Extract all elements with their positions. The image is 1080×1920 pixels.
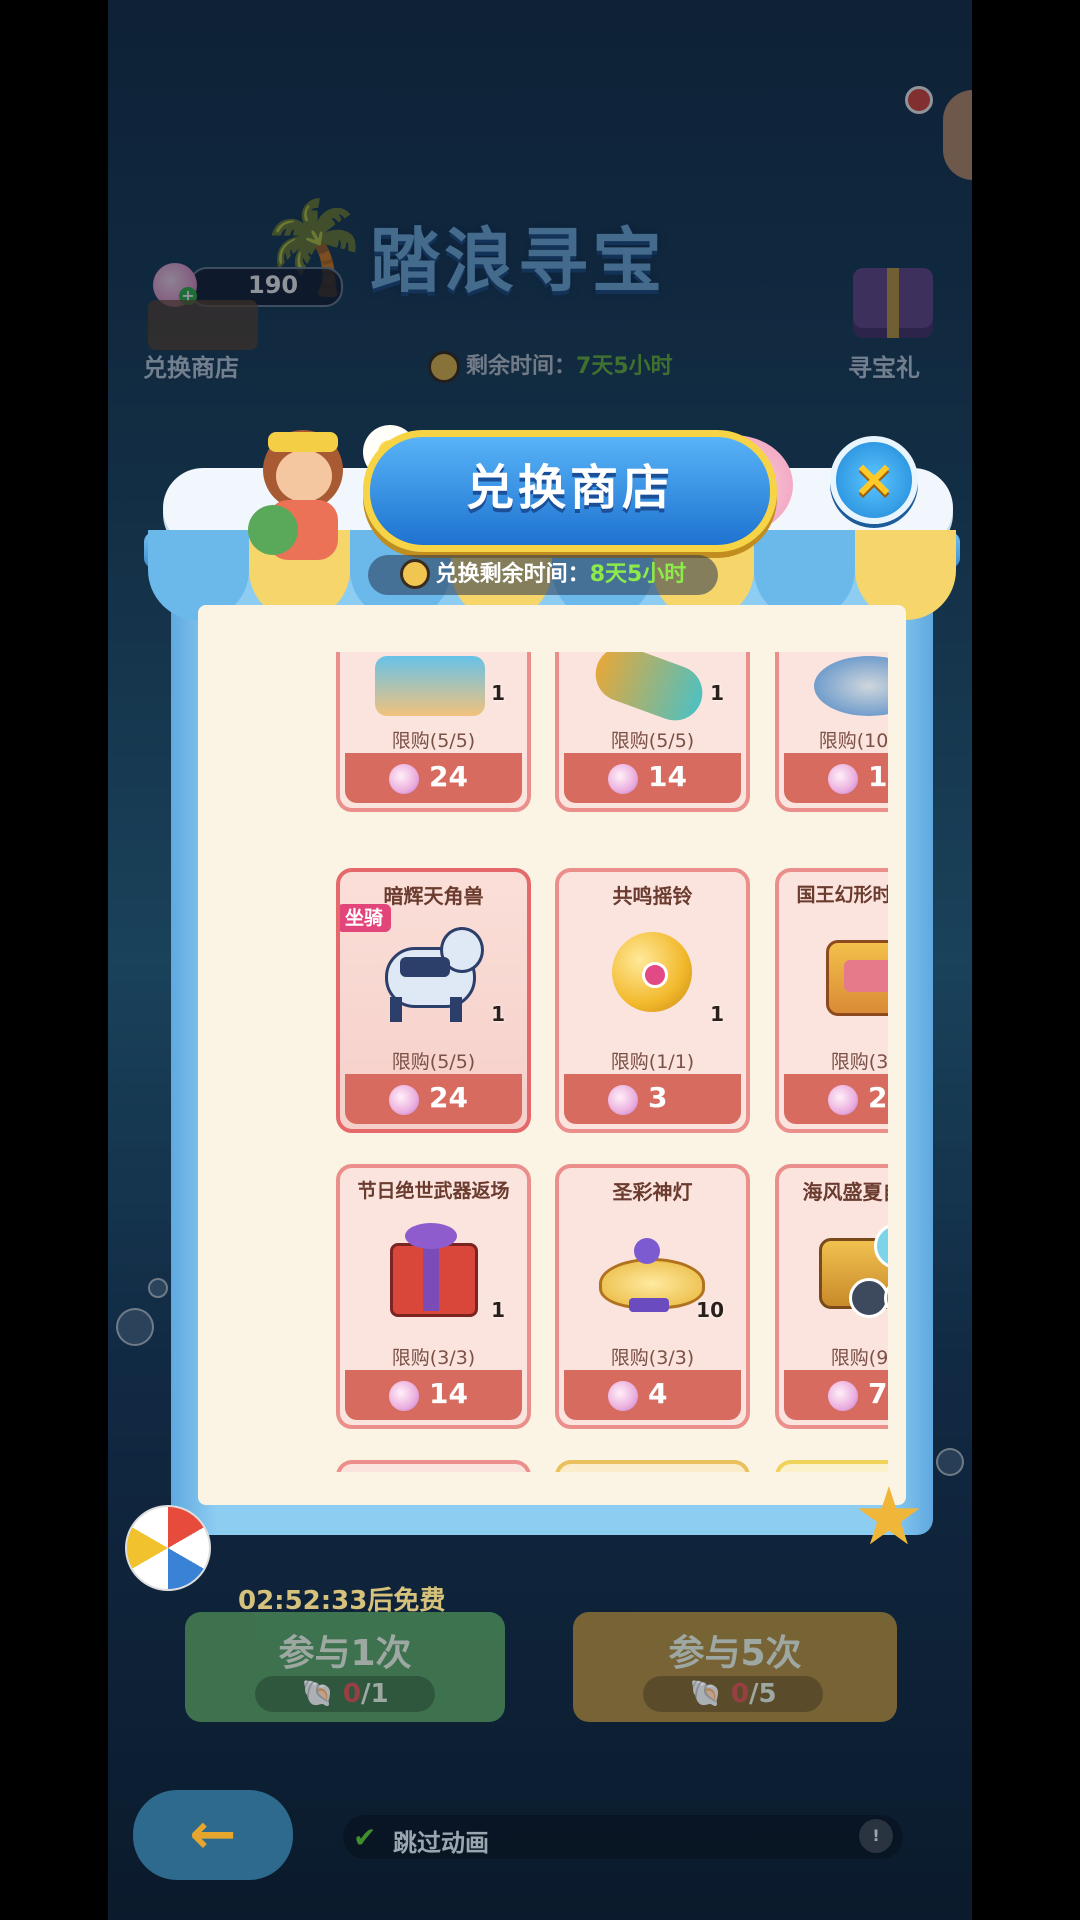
play-five-button[interactable]: 参与5次 🐚 0/5: [573, 1612, 897, 1722]
play-once-count: 🐚 0/1: [255, 1676, 435, 1712]
shop-item-card[interactable]: 1 限购(5/5) 24: [336, 652, 531, 812]
coin-trophy-icon: [814, 656, 888, 716]
item-name: 节日绝世武器返场: [357, 1180, 510, 1202]
costume-chest-icon: [375, 656, 485, 716]
ticket-icon: 🐚: [689, 1679, 731, 1709]
close-icon: ×: [852, 449, 896, 509]
info-icon[interactable]: !: [859, 1819, 893, 1853]
shop-item-card[interactable]: 国王幻形时装返场 1 限购(3/3) 20: [775, 868, 888, 1133]
item-quantity: 1: [491, 1298, 505, 1322]
golden-bell-icon: [594, 922, 704, 1022]
shop-item-card[interactable]: 共鸣摇铃 1 限购(1/1) 3: [555, 868, 750, 1133]
shop-item-card[interactable]: 1 限购(5/5) 14: [555, 652, 750, 812]
shop-item-card[interactable]: 暗辉天角兽 坐骑 1 限购(5/5) 24: [336, 868, 531, 1133]
character-girl-icon: [238, 420, 368, 570]
item-name: 国王幻形时装返场: [796, 884, 888, 906]
item-price: 14: [429, 1377, 468, 1410]
price-button[interactable]: 14: [345, 1370, 522, 1420]
item-name: 共鸣摇铃: [612, 884, 693, 908]
price-button[interactable]: 14: [564, 753, 741, 803]
skip-animation-toggle[interactable]: ✔ 跳过动画 !: [343, 1815, 903, 1859]
item-quantity: 1: [710, 681, 724, 705]
royal-chest-icon: [814, 922, 888, 1022]
shop-item-card-partial[interactable]: [555, 1460, 750, 1472]
item-limit: 限购(5/5): [610, 730, 695, 752]
item-quantity: 1: [491, 1002, 505, 1026]
shell-currency-icon: [608, 764, 638, 794]
clock-icon: [399, 558, 430, 589]
item-limit: 限购(10/10): [818, 730, 888, 752]
shop-item-card[interactable]: 1 限购(10/10) 14: [775, 652, 888, 812]
item-price: 24: [429, 1081, 468, 1114]
item-price: 24: [429, 760, 468, 793]
shell-currency-icon: [389, 1381, 419, 1411]
price-button[interactable]: 24: [345, 753, 522, 803]
item-price: 20: [868, 1081, 888, 1114]
magic-lamp-icon: [594, 1218, 705, 1318]
shop-item-card[interactable]: 圣彩神灯 10 限购(3/3) 4: [555, 1164, 750, 1429]
item-price: 3: [648, 1081, 668, 1114]
shop-item-card[interactable]: 海风盛夏自选箱 1 限购(9/9) 7: [775, 1164, 888, 1429]
unicorn-mount-icon: [375, 922, 485, 1022]
price-button[interactable]: 4: [564, 1370, 741, 1420]
item-price: 4: [648, 1377, 668, 1410]
item-quantity: 1: [491, 681, 505, 705]
exchange-timer: 兑换剩余时间：8天5小时: [368, 555, 718, 595]
play-once-button[interactable]: 参与1次 🐚 0/1: [185, 1612, 505, 1722]
shell-currency-icon: [389, 1085, 419, 1115]
item-limit: 限购(3/3): [610, 1347, 695, 1369]
play-five-count: 🐚 0/5: [643, 1676, 823, 1712]
modal-title: 兑换商店: [363, 430, 777, 552]
item-limit: 限购(3/3): [391, 1347, 476, 1369]
close-button[interactable]: ×: [830, 436, 918, 524]
item-quantity: 1: [710, 1002, 724, 1026]
select-chest-icon: [814, 1218, 888, 1318]
shell-currency-icon: [608, 1085, 638, 1115]
price-button[interactable]: 3: [564, 1074, 741, 1124]
price-button[interactable]: 14: [784, 753, 888, 803]
back-button[interactable]: ←: [133, 1790, 293, 1880]
item-limit: 限购(5/5): [391, 730, 476, 752]
shell-currency-icon: [389, 764, 419, 794]
shop-item-card-partial[interactable]: [336, 1460, 531, 1472]
play-once-label: 参与1次: [278, 1633, 412, 1674]
checkmark-icon[interactable]: ✔: [353, 1821, 376, 1854]
ticket-icon: 🐚: [301, 1679, 343, 1709]
shell-currency-icon: [608, 1381, 638, 1411]
item-quantity: 10: [696, 1298, 724, 1322]
beach-ball-decoration: [125, 1505, 211, 1591]
item-price: 14: [868, 760, 888, 793]
back-arrow-icon: ←: [189, 1802, 237, 1867]
item-limit: 限购(1/1): [610, 1051, 695, 1073]
blaster-weapon-icon: [587, 652, 711, 729]
starfish-decoration: ★: [853, 1470, 925, 1563]
shell-currency-icon: [828, 764, 858, 794]
price-button[interactable]: 24: [345, 1074, 522, 1124]
skip-animation-label: 跳过动画: [393, 1829, 489, 1857]
price-button[interactable]: 7: [784, 1370, 888, 1420]
item-price: 7: [868, 1377, 888, 1410]
play-five-label: 参与5次: [668, 1633, 802, 1674]
item-limit: 限购(9/9): [830, 1347, 888, 1369]
shop-item-card[interactable]: 节日绝世武器返场 1 限购(3/3) 14: [336, 1164, 531, 1429]
item-limit: 限购(3/3): [830, 1051, 888, 1073]
item-name: 圣彩神灯: [612, 1180, 693, 1204]
item-name: 海风盛夏自选箱: [802, 1180, 889, 1204]
shell-currency-icon: [828, 1381, 858, 1411]
item-price: 14: [648, 760, 687, 793]
price-button[interactable]: 20: [784, 1074, 888, 1124]
game-screen: 🌴 踏浪寻宝 ? + 190 兑换商店 剩余时间：7天5小时 寻宝礼: [108, 0, 972, 1920]
gift-box-icon: [375, 1218, 485, 1318]
shop-item-grid[interactable]: 1 限购(5/5) 24 1 限购(5/5) 14 1 限购(10/10) 14…: [218, 652, 888, 1472]
shell-currency-icon: [828, 1085, 858, 1115]
item-limit: 限购(5/5): [391, 1051, 476, 1073]
